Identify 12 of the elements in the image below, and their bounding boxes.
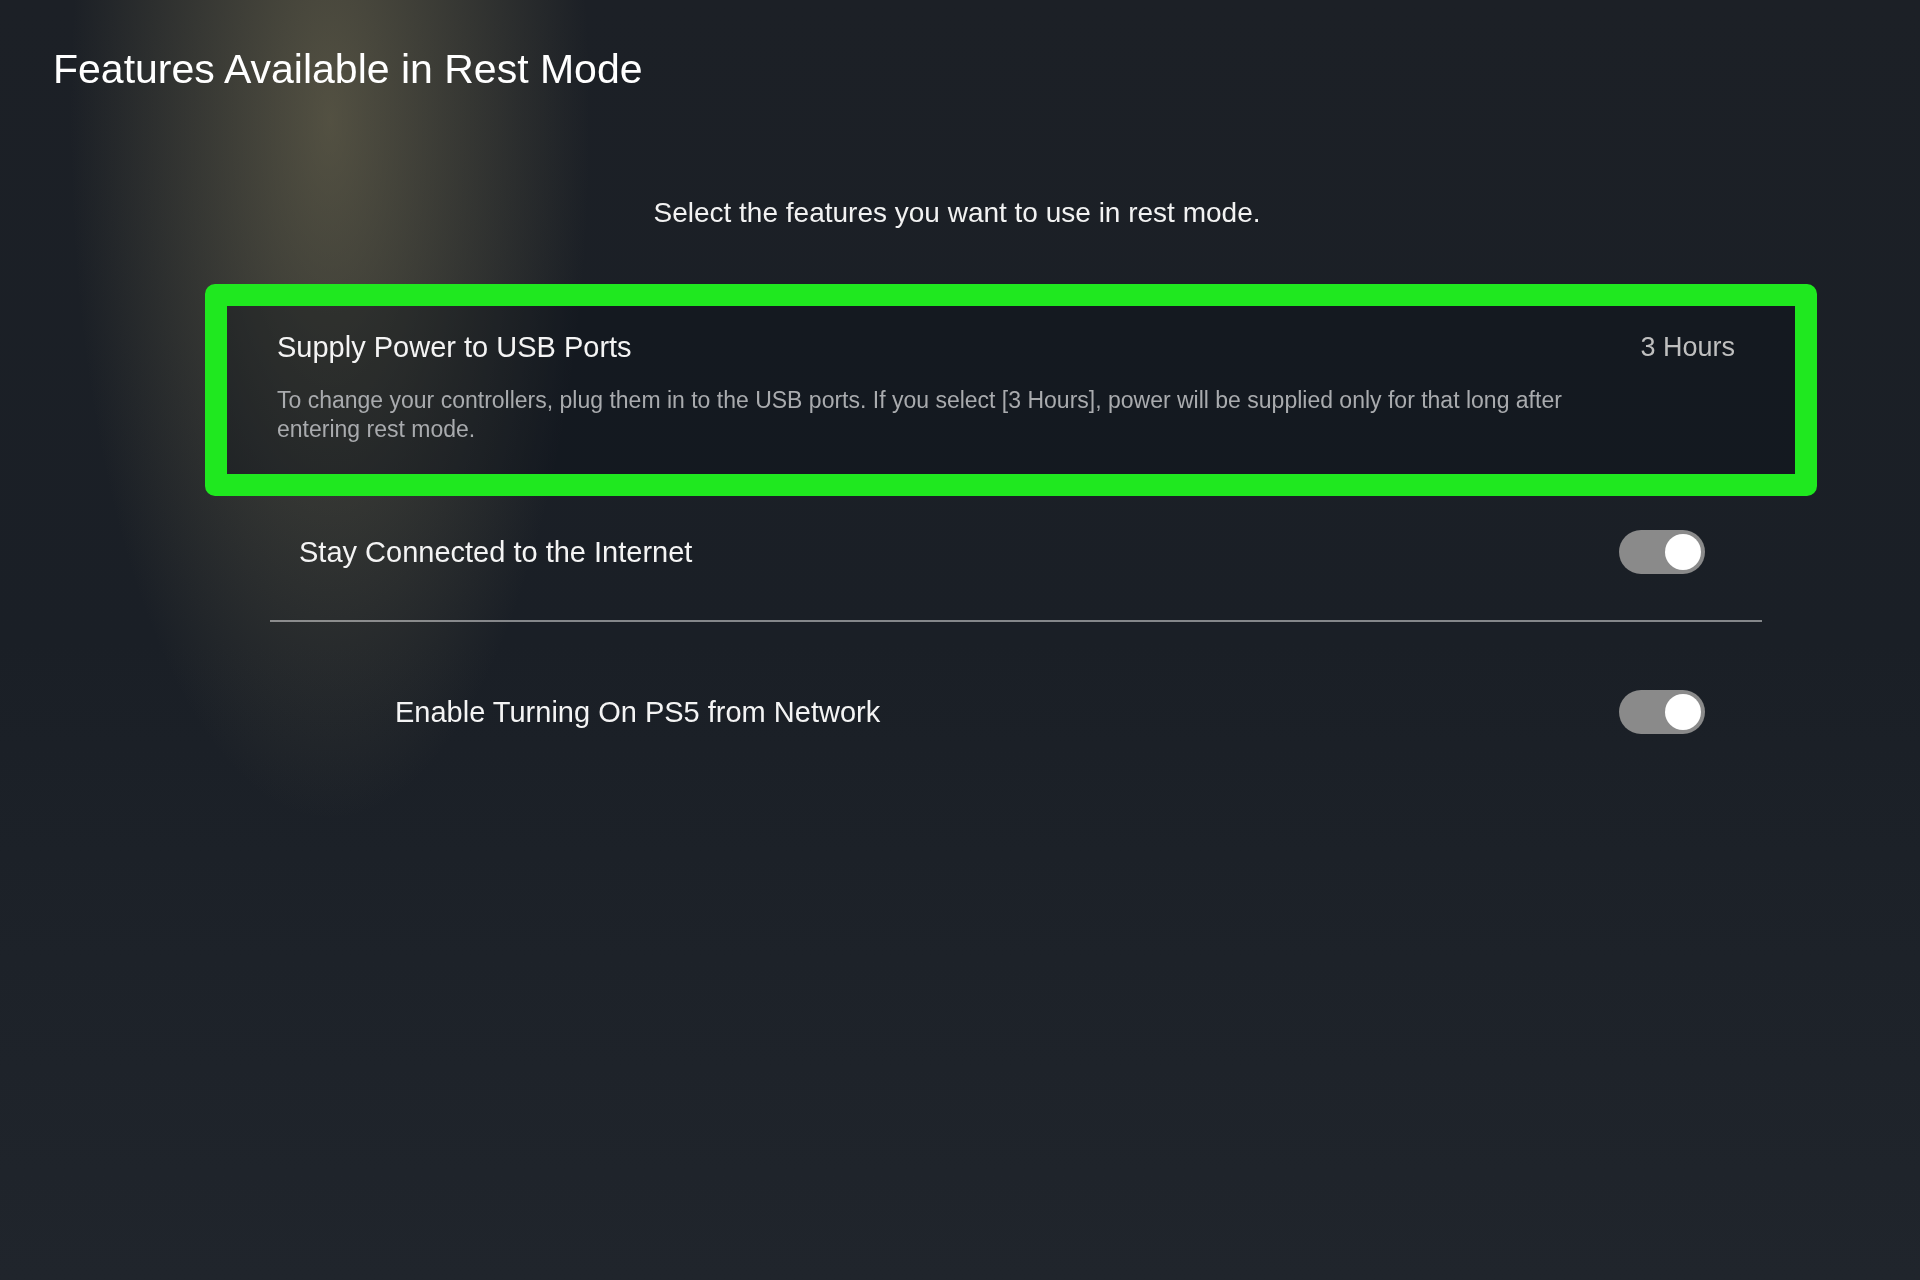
setting-row[interactable]: Stay Connected to the Internet xyxy=(205,496,1817,606)
setting-label: Stay Connected to the Internet xyxy=(299,535,693,569)
toggle-switch[interactable] xyxy=(1619,530,1705,574)
toggle-switch[interactable] xyxy=(1619,690,1705,734)
setting-value: 3 Hours xyxy=(1640,332,1735,363)
setting-row[interactable]: Enable Turning On PS5 from Network xyxy=(205,656,1817,766)
instruction-text: Select the features you want to use in rest mode. xyxy=(652,197,1262,229)
setting-row[interactable]: Supply Power to USB Ports 3 Hours To change your controllers, plug them in to the USB ports. If you select [3 Hours], power will be supplied only for that long after entering rest mode. xyxy=(205,284,1817,496)
setting-label: Enable Turning On PS5 from Network xyxy=(395,695,881,729)
setting-description: To change your controllers, plug them in to the USB ports. If you select [3 Hours], power will be supplied only for that long after entering rest mode. xyxy=(277,386,1563,444)
screen-title: Features Available in Rest Mode xyxy=(53,45,644,94)
setting-label: Supply Power to USB Ports xyxy=(277,331,632,364)
